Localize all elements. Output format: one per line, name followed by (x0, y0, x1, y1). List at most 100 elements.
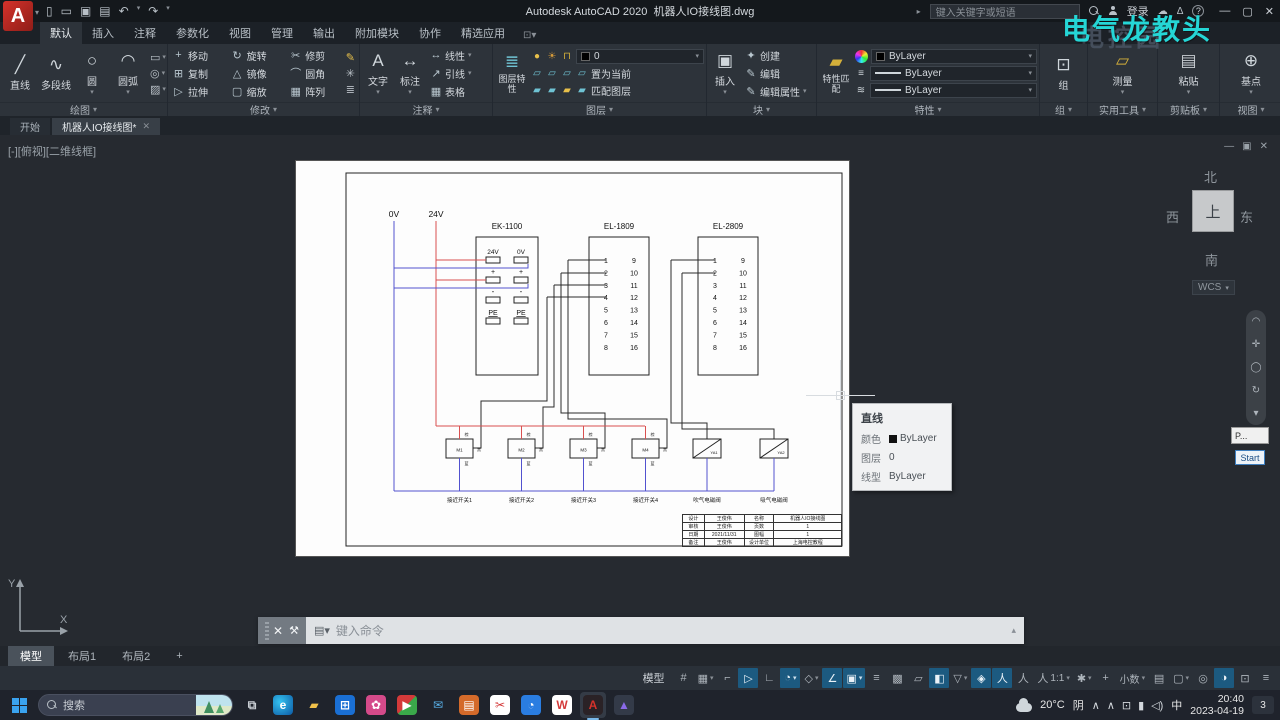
annotate-table-button[interactable]: ▦ 表格 (428, 83, 474, 100)
status-annotation-visibility[interactable]: 人 (992, 668, 1013, 688)
ribbon-tab-附加模块[interactable]: 附加模块 (345, 22, 409, 44)
annotate-dimension-button[interactable]: ↔ 标注 ▾ (394, 45, 426, 101)
draw-line-button[interactable]: ╱ 直线 (2, 45, 38, 101)
taskbar-app-browser-app[interactable]: ◔ (518, 692, 544, 718)
account-icon[interactable] (1108, 6, 1118, 16)
status-grid-display[interactable]: # (674, 668, 694, 688)
ribbon-tab-参数化[interactable]: 参数化 (166, 22, 219, 44)
vp-minimize-icon[interactable]: — (1224, 141, 1234, 152)
taskbar-app-video-app[interactable]: ▶ (394, 692, 420, 718)
block-edit-attr-button[interactable]: ✎ 编辑属性 ▾ (743, 83, 814, 100)
draw-circle-button[interactable]: ○ 圆 ▾ (74, 45, 110, 101)
layer-on-icon[interactable]: ● (531, 51, 543, 62)
command-line-grip[interactable]: ✕ ⚒ (258, 617, 306, 644)
modify-fillet-button[interactable]: ⌒ 圆角 (287, 64, 342, 82)
taskbar-search-input[interactable]: 搜索 (38, 694, 233, 716)
plot-icon[interactable]: ▤ (99, 4, 110, 18)
vp-close-icon[interactable]: ✕ (1260, 141, 1268, 152)
autocad-logo-icon[interactable]: A (3, 1, 33, 31)
annotate-leader-button[interactable]: ↗ 引线 ▾ (428, 65, 474, 82)
vp-restore-icon[interactable]: ▣ (1242, 141, 1251, 152)
file-tab-机器人IO接线图*[interactable]: 机器人IO接线图* ✕ (52, 118, 160, 135)
plugin-start-button[interactable]: Start (1235, 450, 1265, 465)
ribbon-tab-协作[interactable]: 协作 (409, 22, 451, 44)
command-input[interactable]: ▤▾ 键入命令 ▴ (306, 617, 1024, 644)
restore-button[interactable]: ▢ (1242, 5, 1252, 18)
panel-footer-modify[interactable]: 修改 ▾ (168, 102, 359, 117)
weather-temp[interactable]: 20°C (1040, 699, 1065, 711)
wcs-dropdown[interactable]: WCS ▾ (1192, 280, 1235, 295)
command-expand-icon[interactable]: ▴ (1011, 625, 1016, 636)
notification-badge[interactable]: 3 (1252, 696, 1274, 714)
taskbar-app-edge[interactable]: e (270, 692, 296, 718)
taskbar-clock[interactable]: 20:40 2023-04-19 (1190, 693, 1244, 717)
nav-wheel-icon[interactable]: ◠ (1252, 316, 1261, 327)
status-graphics-performance[interactable]: ◑ (1214, 668, 1234, 688)
tray-icon-0[interactable]: ∧ (1092, 699, 1100, 712)
draw-ellipse-button[interactable]: ◎ ▾ (148, 66, 168, 81)
panel-footer-layers[interactable]: 图层 ▾ (493, 102, 706, 117)
annotate-text-button[interactable]: A 文字 ▾ (362, 45, 394, 101)
taskbar-app-store[interactable]: ⊞ (332, 692, 358, 718)
viewcube-east-label[interactable]: 东 (1240, 207, 1253, 226)
taskbar-app-office-app[interactable]: ▤ (456, 692, 482, 718)
panel-footer-properties[interactable]: 特性 ▾ (817, 102, 1039, 117)
file-tab-开始[interactable]: 开始 (10, 118, 50, 135)
modify-mirror-button[interactable]: △ 镜像 (229, 64, 284, 82)
status-customization[interactable]: ≡ (1256, 668, 1276, 688)
weather-condition[interactable]: 阴 (1073, 697, 1084, 713)
panel-footer-block[interactable]: 块 ▾ (707, 102, 816, 117)
color-wheel-icon[interactable] (855, 49, 868, 63)
panel-footer-view[interactable]: 视图 ▾ (1220, 102, 1280, 117)
modify-stretch-button[interactable]: ▷ 拉伸 (170, 82, 225, 100)
viewcube[interactable]: 上 (1192, 190, 1234, 232)
modify-copy-button[interactable]: ⊞ 复制 (170, 64, 225, 82)
status-dynamic-input[interactable]: ▷ (738, 668, 759, 688)
layer-properties-button[interactable]: ≣ 图层特性 (495, 45, 529, 101)
taskbar-app-task-view[interactable]: ⧉ (239, 692, 265, 718)
block-edit-button[interactable]: ✎ 编辑 (743, 65, 814, 82)
status-lineweight[interactable]: ≡ (866, 668, 886, 688)
status-polar-tracking[interactable]: ◔ ▾ (780, 668, 801, 688)
match-properties-button[interactable]: ▰ 特性匹配 (819, 45, 853, 101)
redo-icon[interactable]: ↷ (148, 4, 158, 18)
taskbar-app-autocad[interactable]: A (580, 692, 606, 720)
taskbar-app-wps[interactable]: W (549, 692, 575, 718)
command-close-icon[interactable]: ✕ (273, 624, 283, 638)
viewport-label[interactable]: [-][俯视][二维线框] (8, 143, 96, 159)
search-icon[interactable] (1088, 6, 1099, 16)
ime-indicator[interactable]: 中 (1171, 697, 1182, 713)
status-osnap-tracking[interactable]: ∠ (822, 668, 843, 688)
ribbon-tab-注释[interactable]: 注释 (124, 22, 166, 44)
cloud-icon[interactable]: ☁ (1158, 6, 1168, 17)
undo-icon[interactable]: ↶ (119, 4, 129, 18)
status-transparency[interactable]: ▩ (887, 668, 907, 688)
status-clean-screen[interactable]: ⊡ (1235, 668, 1255, 688)
drawing-canvas[interactable]: [-][俯视][二维线框] — ▣ ✕ 0V 24V EK-1100 24V 0… (0, 135, 1280, 646)
status-units[interactable]: 小数 ▾ (1117, 668, 1149, 688)
viewcube-west-label[interactable]: 西 (1166, 207, 1179, 226)
layout-tab-模型[interactable]: 模型 (8, 646, 54, 666)
modify-scale-button[interactable]: ▢ 缩放 (229, 82, 284, 100)
lineweight-select[interactable]: ByLayer ▾ (870, 65, 1037, 81)
panel-footer-clipboard[interactable]: 剪贴板 ▾ (1158, 102, 1219, 117)
status-gizmo[interactable]: ◈ (971, 668, 992, 688)
signin-link[interactable]: 登录 (1127, 3, 1149, 19)
layout-tab-布局2[interactable]: 布局2 (110, 646, 162, 666)
undo-caret-icon[interactable]: ▾ (137, 4, 141, 18)
tray-icon-4[interactable]: ◁) (1151, 699, 1163, 712)
tray-icon-1[interactable]: ∧ (1107, 699, 1115, 712)
plugin-window[interactable]: P... (1231, 427, 1269, 444)
navigation-bar[interactable]: ◠ ✛ ◯ ↻ ▾ (1246, 310, 1266, 425)
ribbon-tab-精选应用[interactable]: 精选应用 (451, 22, 515, 44)
viewcube-south-label[interactable]: 南 (1205, 250, 1218, 269)
layer-icon-6[interactable]: ▰ (546, 85, 558, 96)
status-model-label[interactable]: 模型 (635, 670, 673, 686)
taskbar-app-photos-pink[interactable]: ✿ (363, 692, 389, 718)
panel-footer-draw[interactable]: 绘图 ▾ (0, 102, 167, 117)
taskbar-app-gallery-app[interactable]: ▲ (611, 692, 637, 718)
start-button[interactable] (6, 692, 32, 718)
match-layer-button[interactable]: 匹配图层 (591, 83, 631, 98)
draw-hatch-button[interactable]: ▨ ▾ (148, 82, 168, 97)
modify-explode-button[interactable]: ✳ (344, 66, 357, 81)
